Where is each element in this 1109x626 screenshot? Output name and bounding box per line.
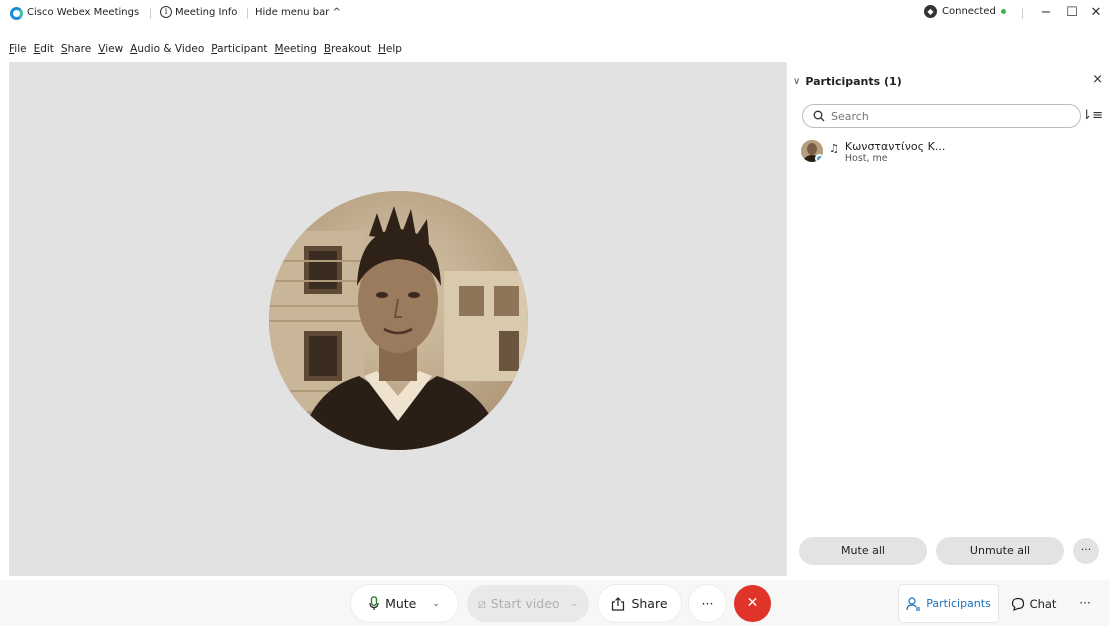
start-video-label: Start video	[490, 596, 560, 611]
menu-breakout[interactable]: Breakout	[324, 43, 371, 61]
chat-icon	[1011, 597, 1024, 611]
video-stage	[9, 62, 786, 576]
start-video-button[interactable]: ⧄ Start video ⌄	[467, 585, 589, 622]
unmute-all-button[interactable]: Unmute all	[936, 537, 1064, 565]
participants-panel: ∨ Participants (1) × ⇂≡ ♫ Κωνσταντίνος Κ…	[786, 62, 1109, 576]
sort-icon[interactable]: ⇂≡	[1081, 108, 1103, 123]
participants-tab-label: Participants	[926, 597, 991, 610]
participant-row[interactable]: ♫ Κωνσταντίνος Κ... Host, me	[801, 140, 1091, 170]
menu-share[interactable]: Share	[61, 43, 91, 61]
device-badge-icon	[815, 154, 823, 162]
title-bar: Cisco Webex Meetings i Meeting Info Hide…	[0, 0, 1109, 55]
menu-audio-video[interactable]: Audio & Video	[130, 43, 204, 61]
mute-button[interactable]: Mute ⌄	[351, 585, 458, 622]
participant-info: Κωνσταντίνος Κ... Host, me	[845, 140, 945, 165]
microphone-icon	[369, 596, 379, 610]
headset-icon: ♫	[829, 142, 839, 155]
menu-accel: H	[377, 43, 386, 55]
share-icon	[612, 596, 625, 611]
menu-label: udio & Video	[137, 43, 205, 55]
menu-label: dit	[40, 43, 54, 55]
more-options-button[interactable]: ···	[689, 585, 726, 622]
menu-label: ile	[14, 43, 27, 55]
menu-bar: File Edit Share View Audio & Video Parti…	[0, 43, 409, 61]
mute-all-button[interactable]: Mute all	[799, 537, 927, 565]
avatar-photo	[269, 191, 528, 450]
status-dot	[1000, 9, 1006, 14]
tab-chat[interactable]: Chat	[1003, 585, 1064, 622]
menu-label: elp	[385, 43, 402, 55]
menu-accel: S	[60, 43, 68, 55]
share-button[interactable]: Share	[598, 585, 681, 622]
video-off-icon: ⧄	[477, 595, 486, 611]
divider	[1022, 8, 1023, 19]
tab-participants[interactable]: Participants	[899, 585, 998, 622]
close-icon[interactable]: ×	[1092, 72, 1103, 87]
participant-search[interactable]	[802, 104, 1081, 128]
meeting-info-label: Meeting Info	[175, 6, 238, 18]
ellipsis-icon: ···	[701, 596, 714, 611]
participants-icon	[906, 596, 921, 611]
panel-header[interactable]: ∨ Participants (1)	[793, 75, 902, 88]
maximize-icon[interactable]: ☐	[1061, 4, 1083, 22]
divider	[247, 8, 248, 19]
menu-label: iew	[105, 43, 124, 55]
close-icon: ✕	[746, 595, 759, 611]
connection-label: Connected	[942, 6, 996, 17]
menu-label: articipant	[217, 43, 268, 55]
panel-title: Participants (1)	[805, 75, 902, 88]
participant-avatar-large	[269, 191, 528, 450]
end-meeting-button[interactable]: ✕	[734, 585, 771, 622]
search-icon	[813, 110, 825, 122]
chevron-down-icon[interactable]: ⌄	[571, 599, 579, 609]
meeting-info-button[interactable]: i Meeting Info	[160, 6, 237, 18]
search-input[interactable]	[831, 109, 1051, 123]
share-label: Share	[631, 596, 668, 611]
menu-accel: M	[274, 43, 284, 55]
menu-label: hare	[67, 43, 92, 55]
mute-label: Mute	[385, 596, 417, 611]
meeting-controls: Mute ⌄ ⧄ Start video ⌄ Share ··· ✕ Parti…	[0, 580, 1109, 626]
hide-menu-bar-button[interactable]: Hide menu bar ^	[255, 7, 341, 18]
divider	[150, 8, 151, 19]
menu-label: reakout	[331, 43, 371, 55]
menu-help[interactable]: Help	[378, 43, 402, 61]
close-window-icon[interactable]: ✕	[1085, 4, 1107, 22]
menu-meeting[interactable]: Meeting	[275, 43, 317, 61]
avatar	[801, 140, 823, 162]
connection-status[interactable]: ◆ Connected	[924, 5, 1006, 18]
network-icon: ◆	[924, 5, 937, 18]
menu-label: eeting	[283, 43, 317, 55]
more-tabs-icon[interactable]: ···	[1070, 585, 1100, 622]
participant-role: Host, me	[844, 153, 888, 164]
more-options-icon[interactable]: ···	[1073, 538, 1099, 564]
app-title: Cisco Webex Meetings	[27, 7, 140, 18]
chevron-down-icon[interactable]: ⌄	[432, 599, 440, 609]
menu-view[interactable]: View	[98, 43, 123, 61]
participant-name: Κωνσταντίνος Κ...	[844, 140, 946, 153]
webex-logo-icon	[10, 7, 23, 20]
menu-file[interactable]: File	[9, 43, 27, 61]
chevron-down-icon: ∨	[793, 76, 801, 87]
info-icon: i	[160, 6, 172, 18]
menu-participant[interactable]: Participant	[211, 43, 267, 61]
chat-tab-label: Chat	[1029, 596, 1057, 611]
menu-edit[interactable]: Edit	[34, 43, 54, 61]
menu-accel: B	[323, 43, 332, 55]
minimize-icon[interactable]: −	[1035, 4, 1057, 22]
